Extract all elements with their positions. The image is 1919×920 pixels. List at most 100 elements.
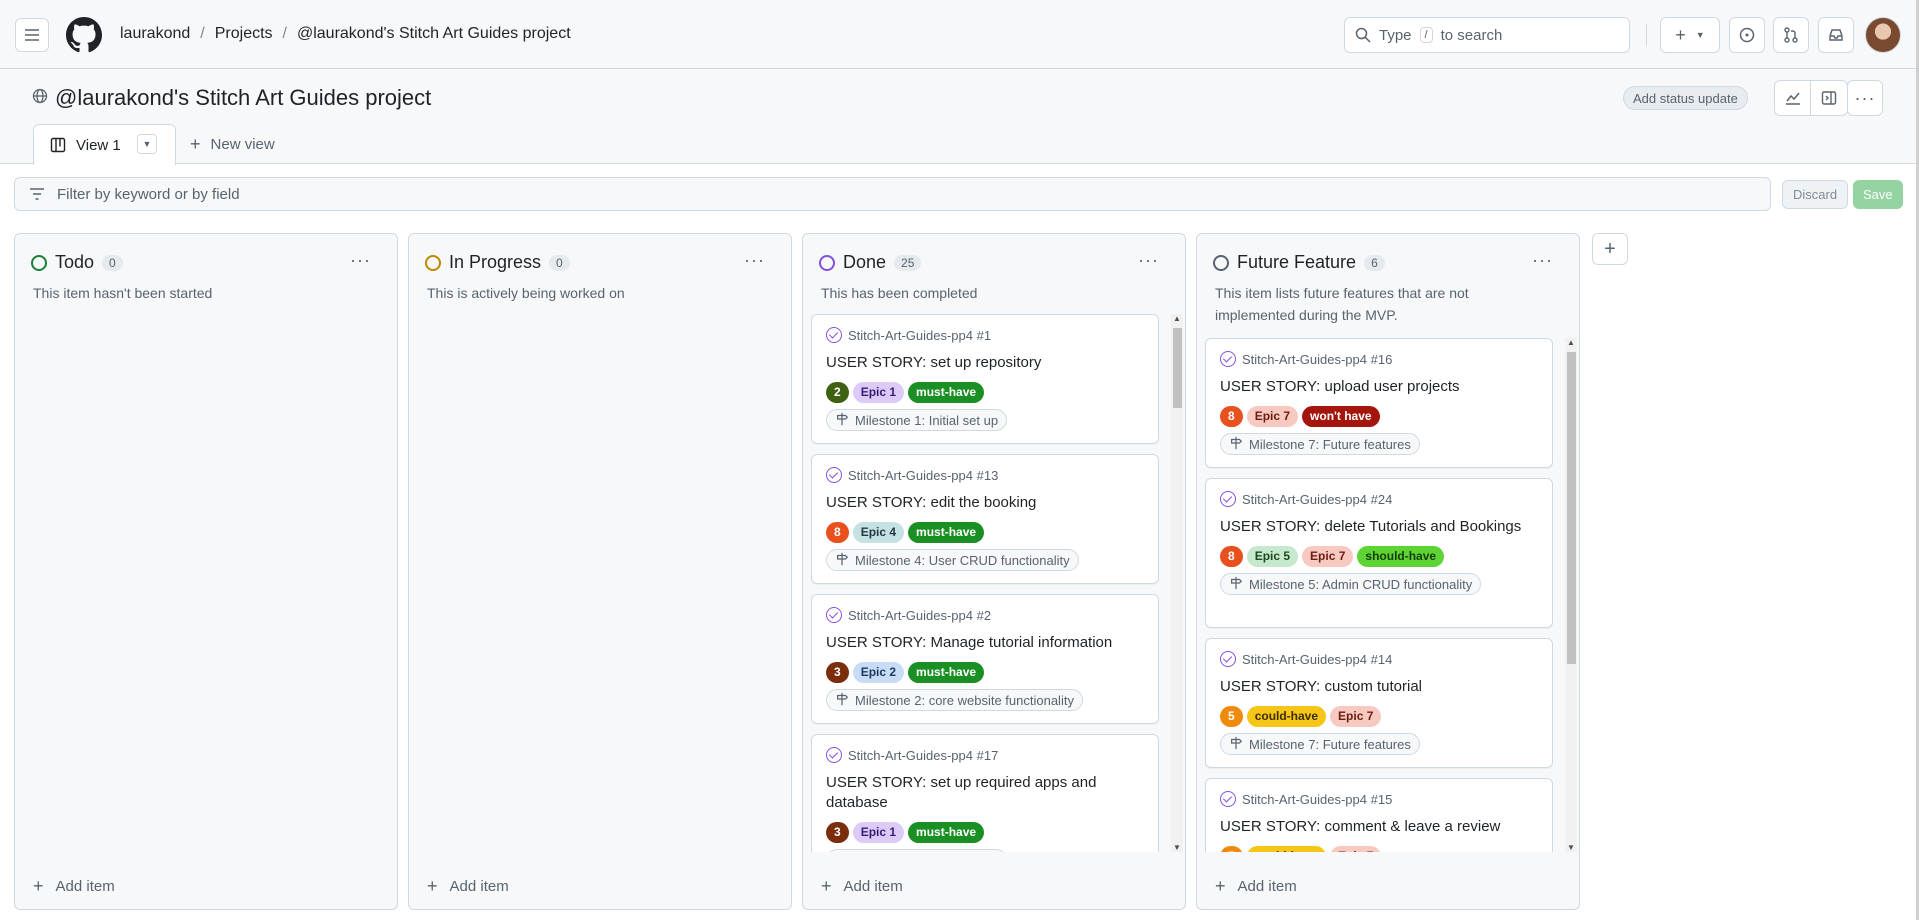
label-badge[interactable]: 5 <box>1220 845 1243 852</box>
issue-closed-icon <box>1220 651 1236 667</box>
scroll-down-icon[interactable]: ▼ <box>1173 843 1181 852</box>
inbox-button[interactable] <box>1818 17 1854 53</box>
label-badge[interactable]: 2 <box>826 381 849 403</box>
scrollbar-thumb[interactable] <box>1567 352 1576 664</box>
add-item-button[interactable]: + Add item <box>821 876 903 897</box>
breadcrumb-projects[interactable]: Projects <box>215 25 273 43</box>
label-badge[interactable]: Epic 1 <box>852 381 905 403</box>
card-reference-text[interactable]: Stitch-Art-Guides-pp4 #13 <box>848 468 998 483</box>
scrollbar[interactable]: ▲ ▼ <box>1171 314 1183 852</box>
label-badge[interactable]: 8 <box>826 521 849 543</box>
card-reference-text[interactable]: Stitch-Art-Guides-pp4 #2 <box>848 608 991 623</box>
column-more-icon[interactable]: ··· <box>350 250 371 271</box>
breadcrumb-owner[interactable]: laurakond <box>120 25 190 43</box>
issues-button[interactable] <box>1729 17 1765 53</box>
label-badge[interactable]: must-have <box>908 661 985 683</box>
issue-card[interactable]: Stitch-Art-Guides-pp4 #1 USER STORY: set … <box>811 314 1159 444</box>
milestone-badge[interactable]: Milestone 5: Admin CRUD functionality <box>1220 573 1482 595</box>
user-avatar[interactable] <box>1865 17 1901 53</box>
label-badge[interactable]: must-have <box>908 521 985 543</box>
issue-card[interactable]: Stitch-Art-Guides-pp4 #17 USER STORY: set… <box>811 734 1159 852</box>
new-view-button[interactable]: + New view <box>190 134 275 155</box>
issue-card[interactable]: Stitch-Art-Guides-pp4 #2 USER STORY: Mana… <box>811 594 1159 724</box>
scrollbar-thumb[interactable] <box>1173 328 1182 408</box>
insights-button[interactable] <box>1775 81 1811 115</box>
add-item-button[interactable]: + Add item <box>1215 876 1297 897</box>
github-logo-icon[interactable] <box>66 17 102 53</box>
card-reference-text[interactable]: Stitch-Art-Guides-pp4 #24 <box>1242 492 1392 507</box>
label-badge[interactable]: Epic 7 <box>1302 545 1354 567</box>
filter-input[interactable]: Filter by keyword or by field <box>14 177 1771 211</box>
card-labels: 2 Epic 1 must-have <box>826 381 1144 403</box>
card-title[interactable]: USER STORY: comment & leave a review <box>1220 817 1538 837</box>
card-title[interactable]: USER STORY: set up required apps and dat… <box>826 773 1144 813</box>
milestone-badge[interactable]: Milestone 1: Initial set up <box>826 409 1008 431</box>
sidebar-expand-icon <box>1821 91 1837 105</box>
label-badge[interactable]: must-have <box>908 381 985 403</box>
create-new-button[interactable]: + ▼ <box>1660 17 1720 53</box>
card-reference-text[interactable]: Stitch-Art-Guides-pp4 #17 <box>848 748 998 763</box>
column-more-icon[interactable]: ··· <box>1532 250 1553 271</box>
scrollbar[interactable]: ▲ ▼ <box>1565 338 1577 852</box>
milestone-badge[interactable]: Milestone 2: core website functionality <box>826 689 1083 711</box>
card-reference-text[interactable]: Stitch-Art-Guides-pp4 #14 <box>1242 652 1392 667</box>
label-badge[interactable]: Epic 2 <box>852 661 905 683</box>
add-status-update-button[interactable]: Add status update <box>1623 86 1748 110</box>
issue-card[interactable]: Stitch-Art-Guides-pp4 #16 USER STORY: upl… <box>1205 338 1553 468</box>
label-badge[interactable]: Epic 4 <box>852 521 905 543</box>
label-badge[interactable]: 3 <box>826 661 849 683</box>
menu-icon[interactable] <box>15 18 49 52</box>
scroll-down-icon[interactable]: ▼ <box>1567 843 1575 852</box>
save-button[interactable]: Save <box>1853 180 1903 209</box>
milestone-badge[interactable]: Milestone 7: Future features <box>1220 433 1420 455</box>
label-badge[interactable]: Epic 1 <box>852 821 905 843</box>
card-reference-text[interactable]: Stitch-Art-Guides-pp4 #16 <box>1242 352 1392 367</box>
card-title[interactable]: USER STORY: upload user projects <box>1220 377 1538 397</box>
milestone-badge[interactable]: Milestone 7: Future features <box>1220 733 1420 755</box>
label-badge[interactable]: 8 <box>1220 545 1243 567</box>
label-badge[interactable]: could-have <box>1246 845 1327 852</box>
column-more-icon[interactable]: ··· <box>1138 250 1159 271</box>
issue-card[interactable]: Stitch-Art-Guides-pp4 #14 USER STORY: cus… <box>1205 638 1553 768</box>
label-badge[interactable]: 5 <box>1220 705 1243 727</box>
card-reference-text[interactable]: Stitch-Art-Guides-pp4 #1 <box>848 328 991 343</box>
label-badge[interactable]: 8 <box>1220 405 1243 427</box>
search-input[interactable]: Type / to search <box>1344 17 1630 53</box>
label-badge[interactable]: 3 <box>826 821 849 843</box>
add-item-button[interactable]: + Add item <box>33 876 115 897</box>
add-column-button[interactable]: + <box>1592 233 1628 265</box>
label-badge[interactable]: Epic 7 <box>1246 405 1299 427</box>
label-badge[interactable]: could-have <box>1246 705 1327 727</box>
milestone-badge[interactable]: Milestone 1: Initial set up <box>826 849 1008 852</box>
label-badge[interactable]: should-have <box>1357 545 1445 567</box>
scroll-up-icon[interactable]: ▲ <box>1567 338 1575 347</box>
issue-closed-icon <box>1220 791 1236 807</box>
label-badge[interactable]: Epic 7 <box>1330 845 1382 852</box>
view-options-icon[interactable]: ▼ <box>137 134 157 154</box>
card-title[interactable]: USER STORY: edit the booking <box>826 493 1144 513</box>
discard-button[interactable]: Discard <box>1782 180 1849 209</box>
card-title[interactable]: USER STORY: custom tutorial <box>1220 677 1538 697</box>
column-title: Future Feature <box>1237 252 1357 272</box>
card-title[interactable]: USER STORY: set up repository <box>826 353 1144 373</box>
label-badge[interactable]: won't have <box>1302 405 1380 427</box>
card-title[interactable]: USER STORY: Manage tutorial information <box>826 633 1144 653</box>
card-title[interactable]: USER STORY: delete Tutorials and Booking… <box>1220 517 1538 537</box>
issue-card[interactable]: Stitch-Art-Guides-pp4 #13 USER STORY: edi… <box>811 454 1159 584</box>
milestone-badge[interactable]: Milestone 4: User CRUD functionality <box>826 549 1079 571</box>
label-badge[interactable]: Epic 7 <box>1330 705 1382 727</box>
global-header: laurakond / Projects / @laurakond's Stit… <box>0 0 1919 69</box>
pull-requests-button[interactable] <box>1773 17 1809 53</box>
card-reference-text[interactable]: Stitch-Art-Guides-pp4 #15 <box>1242 792 1392 807</box>
breadcrumb-separator: / <box>282 25 287 42</box>
breadcrumb-project[interactable]: @laurakond's Stitch Art Guides project <box>297 25 571 43</box>
column-more-icon[interactable]: ··· <box>744 250 765 271</box>
label-badge[interactable]: Epic 5 <box>1246 545 1299 567</box>
add-item-button[interactable]: + Add item <box>427 876 509 897</box>
side-panel-button[interactable] <box>1811 81 1847 115</box>
issue-card[interactable]: Stitch-Art-Guides-pp4 #15 USER STORY: com… <box>1205 778 1553 852</box>
scroll-up-icon[interactable]: ▲ <box>1173 314 1181 323</box>
project-more-icon[interactable]: ··· <box>1847 80 1883 116</box>
label-badge[interactable]: must-have <box>908 821 985 843</box>
issue-card[interactable]: Stitch-Art-Guides-pp4 #24 USER STORY: del… <box>1205 478 1553 628</box>
